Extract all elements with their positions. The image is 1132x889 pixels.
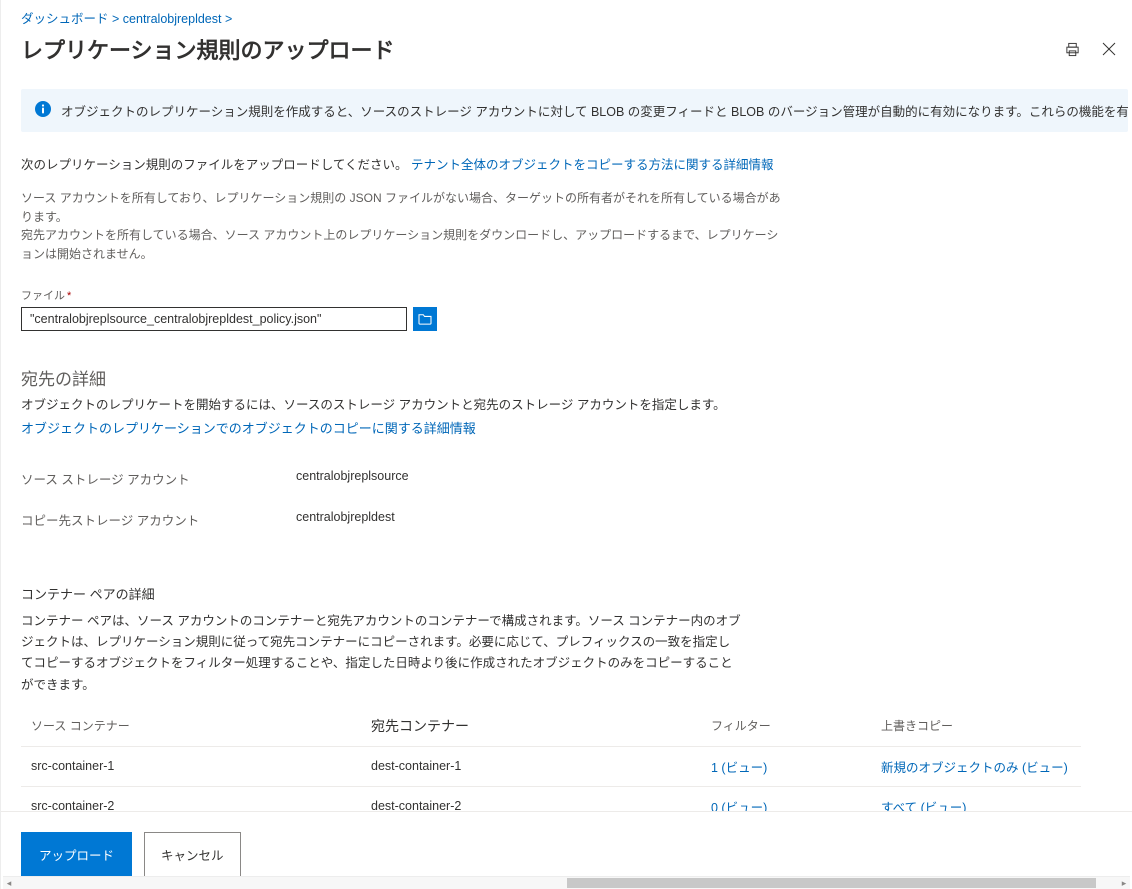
page-title: レプリケーション規則のアップロード [21, 33, 395, 65]
dest-section-title: 宛先の詳細 [21, 365, 1128, 390]
scroll-left-arrow[interactable]: ◂ [3, 877, 15, 889]
file-input[interactable] [21, 307, 407, 331]
col-header-dst: 宛先コンテナー [361, 706, 701, 747]
footer-bar: アップロード キャンセル [1, 811, 1132, 877]
scroll-track[interactable] [15, 877, 1118, 889]
breadcrumb-resource[interactable]: centralobjrepldest [123, 12, 222, 26]
horizontal-scrollbar[interactable]: ◂ ▸ [3, 876, 1130, 889]
print-icon[interactable] [1065, 42, 1080, 57]
breadcrumb: ダッシュボード > centralobjrepldest > [21, 8, 1128, 27]
muted-line-1: ソース アカウントを所有しており、レプリケーション規則の JSON ファイルがな… [21, 191, 781, 224]
dst-cell: dest-container-1 [361, 746, 701, 786]
breadcrumb-sep: > [112, 12, 119, 26]
pairs-section-lead: コンテナー ペアは、ソース アカウントのコンテナーと宛先アカウントのコンテナーで… [21, 611, 741, 696]
info-banner-text: オブジェクトのレプリケーション規則を作成すると、ソースのストレージ アカウントに… [61, 101, 1128, 120]
src-cell: src-container-1 [21, 746, 361, 786]
muted-line-2: 宛先アカウントを所有している場合、ソース アカウント上のレプリケーション規則をダ… [21, 228, 778, 261]
dest-storage-value: centralobjrepldest [296, 510, 1128, 529]
col-header-copy: 上書きコピー [871, 706, 1081, 747]
browse-button[interactable] [413, 307, 437, 331]
pairs-section-title: コンテナー ペアの詳細 [21, 585, 1128, 605]
info-icon [35, 101, 51, 120]
required-star: * [67, 290, 71, 302]
breadcrumb-dashboard[interactable]: ダッシュボード [21, 12, 109, 26]
tenant-copy-help-link[interactable]: テナント全体のオブジェクトをコピーする方法に関する詳細情報 [411, 158, 774, 172]
upload-button[interactable]: アップロード [21, 832, 132, 877]
object-copy-help-link[interactable]: オブジェクトのレプリケーションでのオブジェクトのコピーに関する詳細情報 [21, 421, 476, 436]
lead-text: 次のレプリケーション規則のファイルをアップロードしてください。 [21, 158, 408, 172]
col-header-src: ソース コンテナー [21, 706, 361, 747]
file-label: ファイル [21, 290, 65, 302]
source-storage-label: ソース ストレージ アカウント [21, 469, 296, 488]
dest-storage-label: コピー先ストレージ アカウント [21, 510, 296, 529]
table-row: src-container-1 dest-container-1 1 (ビュー)… [21, 746, 1081, 786]
col-header-filter: フィルター [701, 706, 871, 747]
breadcrumb-sep: > [225, 12, 232, 26]
folder-icon [418, 313, 432, 325]
cancel-button[interactable]: キャンセル [144, 832, 241, 877]
close-icon[interactable] [1102, 42, 1116, 56]
filter-link[interactable]: 1 (ビュー) [711, 761, 767, 775]
copy-link[interactable]: 新規のオブジェクトのみ (ビュー) [881, 761, 1068, 775]
source-storage-value: centralobjreplsource [296, 469, 1128, 488]
scroll-right-arrow[interactable]: ▸ [1118, 877, 1130, 889]
info-banner: オブジェクトのレプリケーション規則を作成すると、ソースのストレージ アカウントに… [21, 89, 1128, 132]
dest-section-lead: オブジェクトのレプリケートを開始するには、ソースのストレージ アカウントと宛先の… [21, 396, 1128, 415]
scroll-thumb[interactable] [567, 878, 1096, 888]
